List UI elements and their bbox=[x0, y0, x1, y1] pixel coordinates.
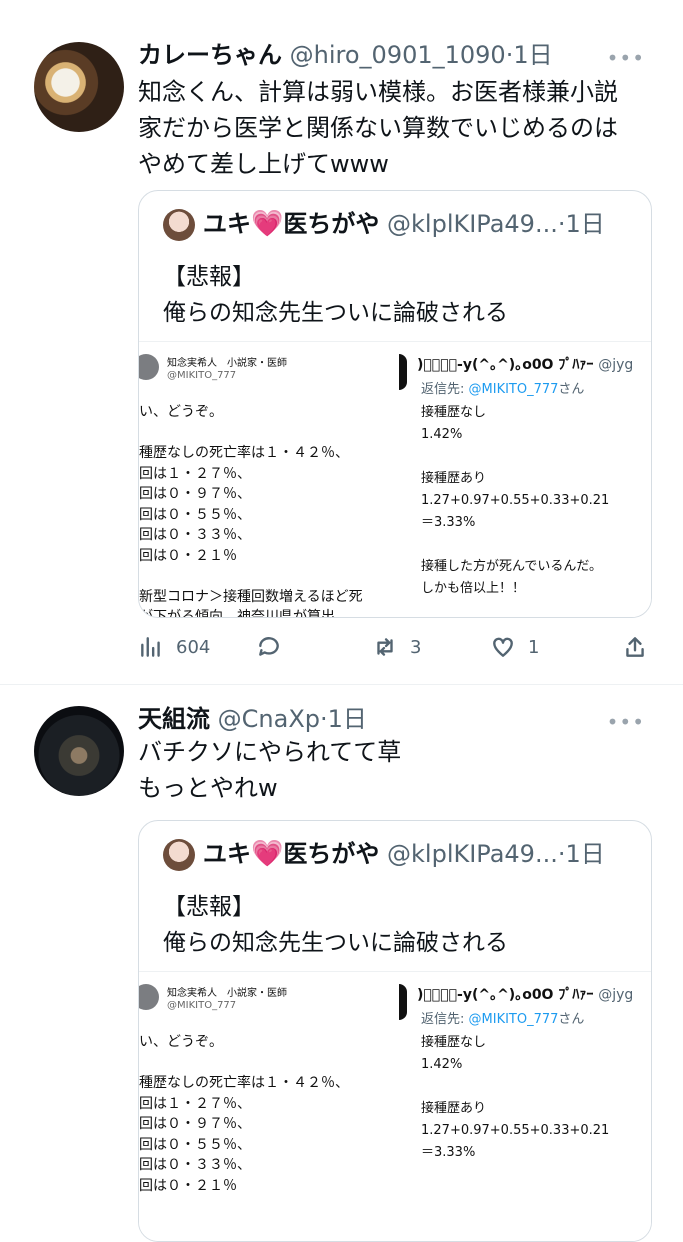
tweet-1[interactable]: カレーちゃん @hiro_0901_1090·1日 ••• 知念くん、計算は弱い… bbox=[0, 40, 683, 680]
share-icon bbox=[626, 637, 644, 657]
quote-image[interactable]: 知念実希人 小説家・医師 @MIKITO_777 い、どうぞ。 種歴なしの死亡率… bbox=[139, 341, 651, 617]
reply-bubble-icon bbox=[259, 637, 279, 656]
quote-avatar[interactable] bbox=[163, 839, 195, 871]
like-button[interactable]: 1 bbox=[490, 634, 539, 660]
quote-tweet[interactable]: ユキ💗医ちがや @klplKIPa49...·1日 【悲報】 俺らの知念先生つい… bbox=[138, 190, 652, 618]
retweet-count: 3 bbox=[410, 636, 422, 658]
timestamp[interactable]: 1日 bbox=[513, 41, 552, 69]
image-left-pane: 知念実希人 小説家・医師 @MIKITO_777 い、どうぞ。 種歴なしの死亡率… bbox=[139, 972, 397, 1241]
tweet-header: 天組流 @CnaXp·1日 bbox=[138, 705, 367, 733]
display-name[interactable]: カレーちゃん bbox=[138, 41, 282, 69]
user-handle[interactable]: @hiro_0901_1090 bbox=[290, 41, 506, 69]
image-right-pane: )ﾟﾟﾟﾟ-y(^｡^)｡o0O ﾌﾟﾊｧｰ @jyg 返信先: @MIKITO… bbox=[397, 972, 651, 1241]
retweet-button[interactable]: 3 bbox=[372, 634, 421, 660]
quote-display-name[interactable]: ユキ bbox=[203, 210, 251, 238]
quote-handle: @klplKIPa49... bbox=[387, 210, 558, 238]
share-button[interactable] bbox=[622, 634, 648, 660]
tweet-text: バチクソにやられてて草 もっとやれw bbox=[138, 738, 402, 802]
views-count: 604 bbox=[176, 636, 211, 658]
quote-header: ユキ💗医ちがや @klplKIPa49...·1日 bbox=[163, 209, 605, 241]
quote-image[interactable]: 知念実希人 小説家・医師 @MIKITO_777 い、どうぞ。 種歴なしの死亡率… bbox=[139, 971, 651, 1241]
screenshot-avatar bbox=[139, 984, 159, 1010]
views-button[interactable]: 604 bbox=[138, 634, 210, 660]
quote-avatar[interactable] bbox=[163, 209, 195, 241]
tweet-2[interactable]: 天組流 @CnaXp·1日 ••• バチクソにやられてて草 もっとやれw ユキ💗… bbox=[0, 704, 683, 1242]
like-count: 1 bbox=[528, 636, 540, 658]
timestamp[interactable]: 1日 bbox=[328, 705, 367, 733]
tweet-header: カレーちゃん @hiro_0901_1090·1日 bbox=[138, 41, 553, 69]
heart-icon bbox=[493, 637, 513, 657]
heart-emoji: 💗 bbox=[251, 209, 284, 239]
quote-header: ユキ💗医ちがや @klplKIPa49...·1日 bbox=[163, 839, 605, 871]
heart-emoji: 💗 bbox=[251, 839, 284, 869]
quote-handle: @klplKIPa49... bbox=[387, 840, 558, 868]
tweet-text: 知念くん、計算は弱い模様。お医者様兼小説 家だから医学と関係ない算数でいじめるの… bbox=[138, 78, 618, 178]
display-name[interactable]: 天組流 bbox=[138, 705, 210, 733]
screenshot-avatar bbox=[399, 984, 407, 1020]
image-left-pane: 知念実希人 小説家・医師 @MIKITO_777 い、どうぞ。 種歴なしの死亡率… bbox=[139, 342, 397, 617]
quote-text: 【悲報】 俺らの知念先生ついに論破される bbox=[163, 264, 508, 326]
quote-display-name[interactable]: ユキ bbox=[203, 840, 251, 868]
screenshot-avatar bbox=[139, 354, 159, 380]
retweet-icon bbox=[377, 638, 393, 656]
avatar[interactable] bbox=[34, 706, 124, 796]
screenshot-avatar bbox=[399, 354, 407, 390]
more-horizontal-icon[interactable]: ••• bbox=[607, 710, 645, 734]
bar-chart-icon bbox=[141, 637, 160, 657]
tweet-divider bbox=[0, 684, 683, 685]
reply-button[interactable] bbox=[256, 634, 282, 660]
tweet-actions: 604 3 1 bbox=[138, 634, 658, 664]
user-handle[interactable]: @CnaXp bbox=[218, 705, 320, 733]
quote-tweet[interactable]: ユキ💗医ちがや @klplKIPa49...·1日 【悲報】 俺らの知念先生つい… bbox=[138, 820, 652, 1242]
quote-timestamp: 1日 bbox=[565, 840, 605, 868]
avatar[interactable] bbox=[34, 42, 124, 132]
quote-timestamp: 1日 bbox=[565, 210, 605, 238]
quote-text: 【悲報】 俺らの知念先生ついに論破される bbox=[163, 894, 508, 956]
image-right-pane: )ﾟﾟﾟﾟ-y(^｡^)｡o0O ﾌﾟﾊｧｰ @jyg 返信先: @MIKITO… bbox=[397, 342, 651, 617]
more-horizontal-icon[interactable]: ••• bbox=[607, 46, 645, 70]
